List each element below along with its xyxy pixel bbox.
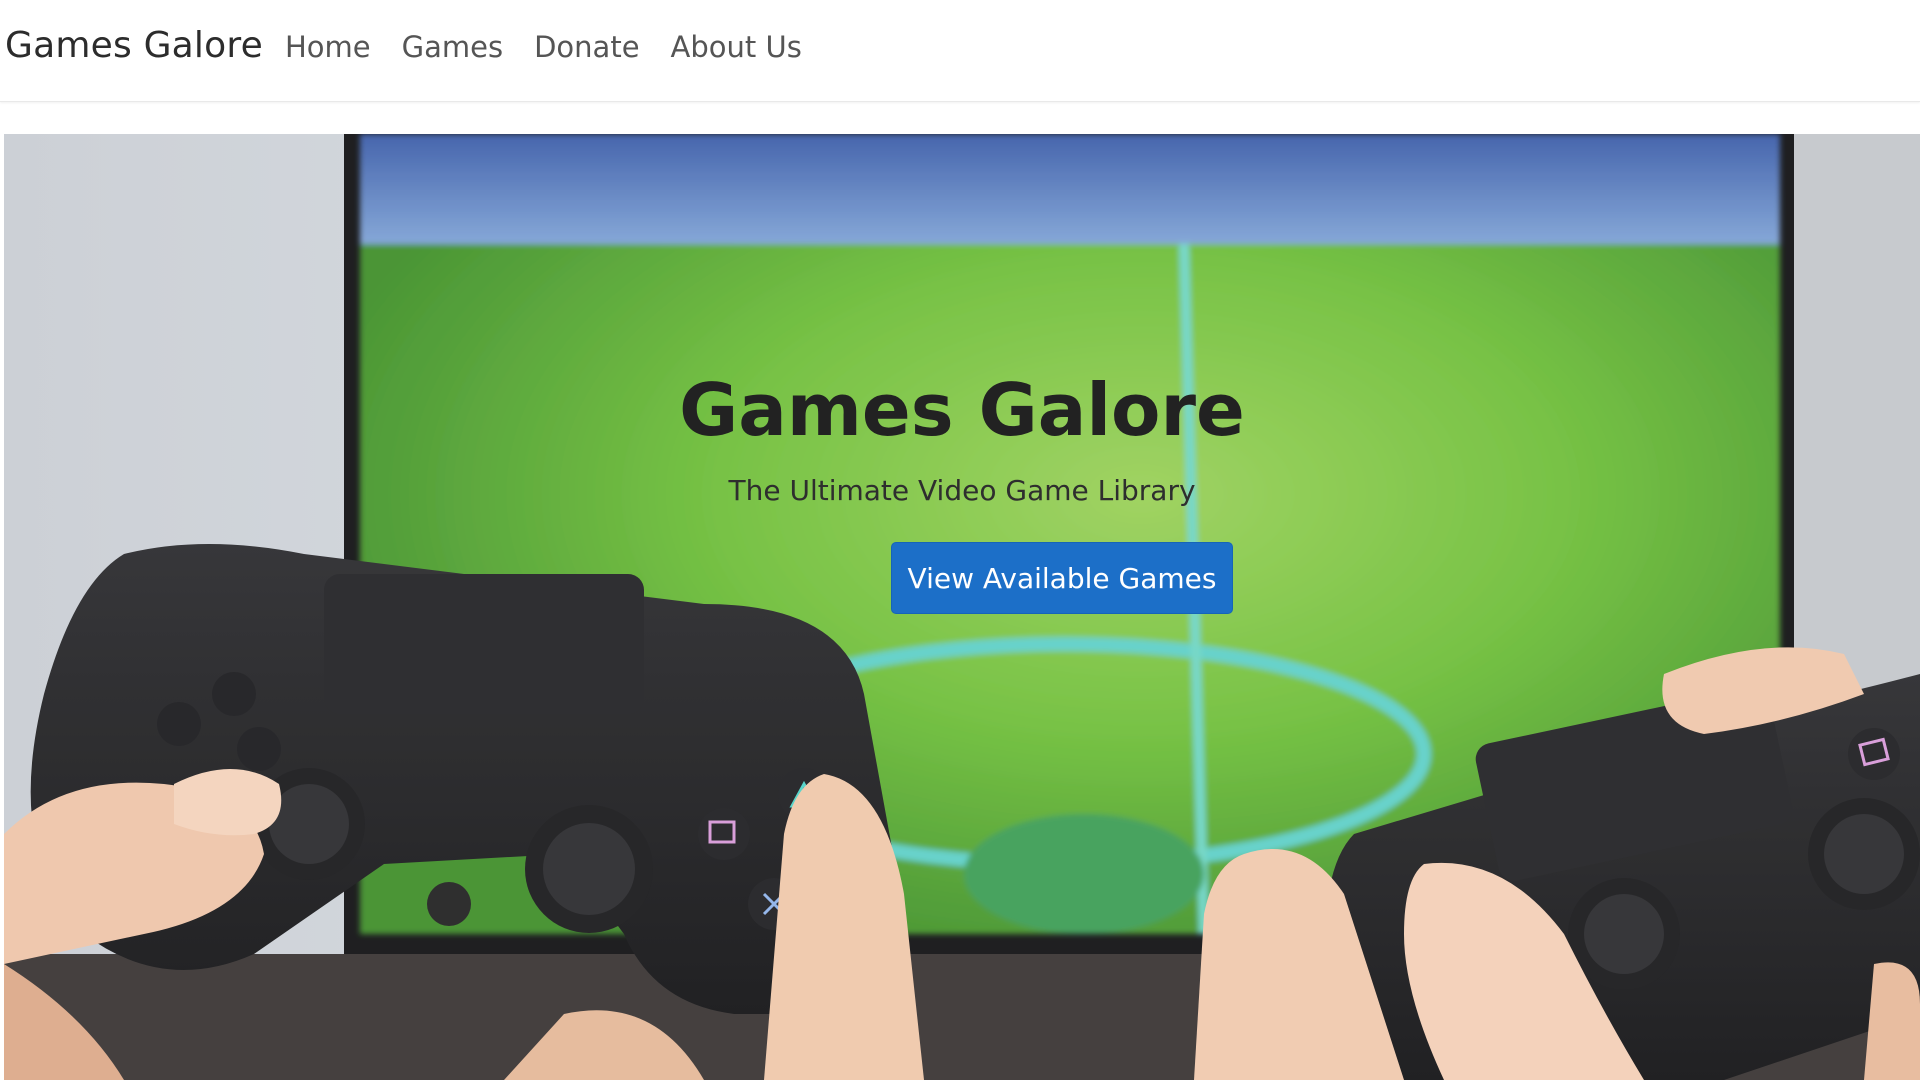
nav-links: Home Games Donate About Us bbox=[285, 30, 833, 64]
hero-section: Games Galore The Ultimate Video Game Lib… bbox=[4, 134, 1920, 1080]
nav-link-donate[interactable]: Donate bbox=[534, 30, 639, 64]
hero-title: Games Galore bbox=[679, 368, 1245, 452]
brand-logo[interactable]: Games Galore bbox=[5, 25, 263, 66]
nav-link-home[interactable]: Home bbox=[285, 30, 371, 64]
hero-subtitle: The Ultimate Video Game Library bbox=[728, 474, 1196, 507]
nav-link-games[interactable]: Games bbox=[402, 30, 503, 64]
navbar: Games Galore Home Games Donate About Us bbox=[0, 0, 1920, 102]
view-available-games-button[interactable]: View Available Games bbox=[891, 542, 1233, 614]
nav-link-about-us[interactable]: About Us bbox=[671, 30, 802, 64]
